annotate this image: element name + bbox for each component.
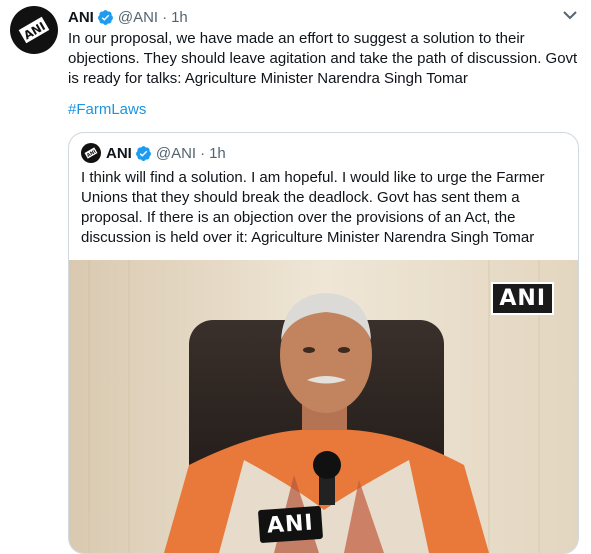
quoted-tweet[interactable]: ANI ANI @ANI · 1h I think will find a so… — [68, 132, 579, 554]
verified-badge-icon — [135, 145, 151, 161]
quoted-media-image[interactable]: ANI ANI — [69, 260, 578, 553]
ani-logo-icon: ANI — [84, 147, 98, 159]
author-name[interactable]: ANI — [68, 9, 94, 26]
ani-logo-icon: ANI — [18, 16, 50, 44]
tweet-text: In our proposal, we have made an effort … — [68, 30, 578, 87]
quoted-author-handle: @ANI — [155, 144, 197, 162]
quoted-author-name: ANI — [106, 144, 132, 162]
hashtag-link[interactable]: #FarmLaws — [68, 101, 146, 118]
quoted-tweet-header: ANI ANI @ANI · 1h — [81, 143, 226, 163]
separator-dot: · — [200, 144, 206, 162]
tweet[interactable]: ANI ANI @ANI · 1h In our proposal, we ha… — [0, 0, 591, 554]
separator-dot: · — [162, 8, 168, 26]
avatar[interactable]: ANI — [10, 6, 58, 54]
caret-down-icon[interactable] — [561, 8, 579, 22]
tweet-header: ANI @ANI · 1h — [68, 7, 188, 27]
verified-badge-icon — [97, 9, 113, 25]
mic-label: ANI — [257, 505, 323, 544]
quoted-timestamp: 1h — [209, 144, 226, 162]
timestamp[interactable]: 1h — [171, 9, 188, 26]
quoted-avatar: ANI — [81, 143, 101, 163]
watermark-badge: ANI — [491, 282, 554, 315]
quoted-tweet-text: I think will find a solution. I am hopef… — [81, 169, 545, 246]
author-handle[interactable]: @ANI — [118, 9, 158, 26]
